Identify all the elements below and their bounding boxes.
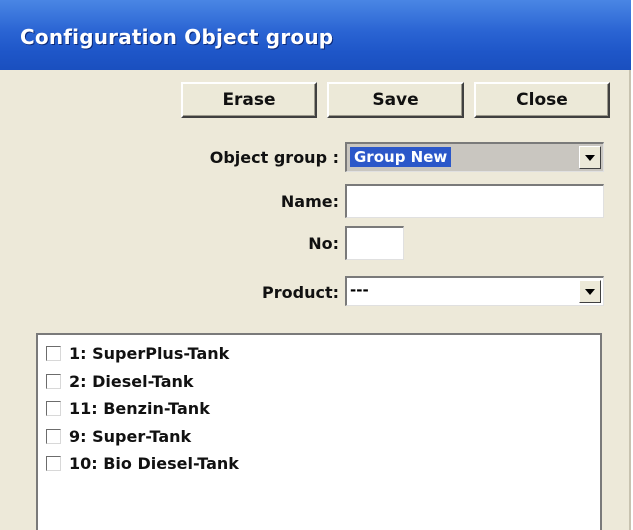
list-item[interactable]: 10: Bio Diesel-Tank: [46, 451, 239, 475]
list-item-label: 9: Super-Tank: [69, 426, 192, 446]
product-dropdown-button[interactable]: [579, 280, 601, 303]
checkbox[interactable]: [46, 373, 61, 389]
product-label: Product:: [262, 283, 339, 302]
name-label: Name:: [280, 192, 339, 211]
object-group-label: Object group :: [209, 148, 339, 167]
list-item[interactable]: 2: Diesel-Tank: [46, 369, 194, 393]
chevron-down-icon: [585, 154, 595, 161]
no-label: No:: [308, 234, 339, 253]
erase-button[interactable]: Erase: [181, 82, 317, 118]
list-item[interactable]: 11: Benzin-Tank: [46, 396, 210, 420]
object-group-select[interactable]: Group New: [345, 142, 604, 172]
config-object-group-window: Configuration Object group Erase Save Cl…: [0, 0, 631, 530]
title-bar[interactable]: Configuration Object group: [0, 0, 631, 70]
checkbox[interactable]: [46, 345, 61, 361]
list-item-label: 11: Benzin-Tank: [69, 398, 210, 418]
no-field[interactable]: [345, 226, 404, 260]
name-field[interactable]: [345, 184, 604, 218]
close-button[interactable]: Close: [474, 82, 610, 118]
checkbox[interactable]: [46, 428, 61, 444]
list-item-label: 2: Diesel-Tank: [69, 371, 194, 391]
list-item[interactable]: 9: Super-Tank: [46, 424, 191, 448]
save-button[interactable]: Save: [327, 82, 464, 118]
product-value: ---: [350, 281, 369, 299]
list-item[interactable]: 1: SuperPlus-Tank: [46, 341, 229, 365]
object-list[interactable]: 1: SuperPlus-Tank 2: Diesel-Tank 11: Ben…: [36, 333, 602, 530]
object-group-dropdown-button[interactable]: [579, 146, 601, 169]
object-group-value: Group New: [350, 147, 452, 167]
window-title: Configuration Object group: [20, 25, 334, 49]
list-item-label: 10: Bio Diesel-Tank: [69, 453, 239, 473]
checkbox[interactable]: [46, 400, 61, 416]
checkbox[interactable]: [46, 455, 61, 471]
chevron-down-icon: [585, 288, 595, 295]
list-item-label: 1: SuperPlus-Tank: [69, 343, 230, 363]
product-select[interactable]: ---: [345, 276, 604, 306]
